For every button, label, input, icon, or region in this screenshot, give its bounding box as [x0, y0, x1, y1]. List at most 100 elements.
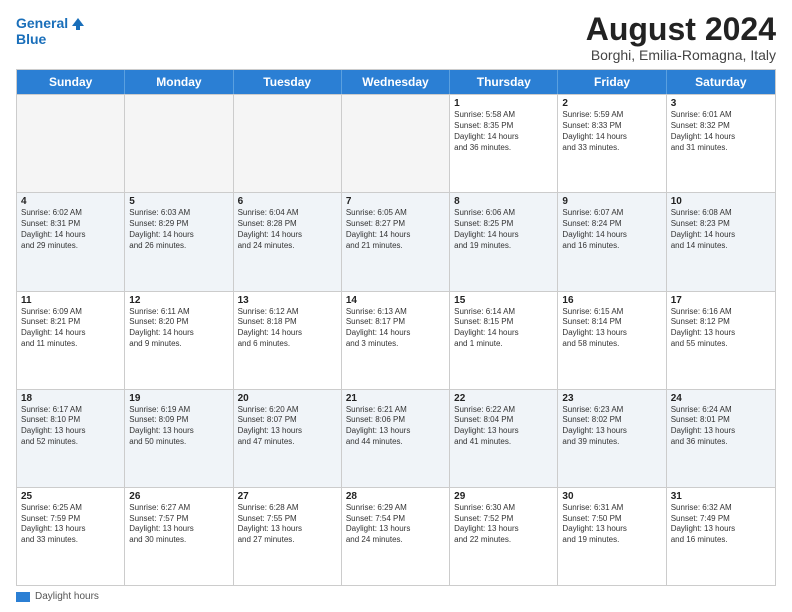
cal-cell: [125, 95, 233, 192]
day-number: 8: [454, 196, 553, 207]
cell-text: Sunrise: 6:21 AM Sunset: 8:06 PM Dayligh…: [346, 405, 445, 448]
header-day-thursday: Thursday: [450, 70, 558, 94]
main-title: August 2024: [586, 12, 776, 47]
cell-text: Sunrise: 5:58 AM Sunset: 8:35 PM Dayligh…: [454, 110, 553, 153]
cal-cell: 28Sunrise: 6:29 AM Sunset: 7:54 PM Dayli…: [342, 488, 450, 585]
cal-cell: 12Sunrise: 6:11 AM Sunset: 8:20 PM Dayli…: [125, 292, 233, 389]
cal-cell: 18Sunrise: 6:17 AM Sunset: 8:10 PM Dayli…: [17, 390, 125, 487]
header-day-monday: Monday: [125, 70, 233, 94]
cal-cell: 16Sunrise: 6:15 AM Sunset: 8:14 PM Dayli…: [558, 292, 666, 389]
day-number: 31: [671, 491, 771, 502]
cal-cell: 1Sunrise: 5:58 AM Sunset: 8:35 PM Daylig…: [450, 95, 558, 192]
cell-text: Sunrise: 6:19 AM Sunset: 8:09 PM Dayligh…: [129, 405, 228, 448]
cell-text: Sunrise: 6:03 AM Sunset: 8:29 PM Dayligh…: [129, 208, 228, 251]
calendar-header: SundayMondayTuesdayWednesdayThursdayFrid…: [17, 70, 775, 94]
day-number: 28: [346, 491, 445, 502]
cell-text: Sunrise: 6:01 AM Sunset: 8:32 PM Dayligh…: [671, 110, 771, 153]
day-number: 22: [454, 393, 553, 404]
cal-cell: 22Sunrise: 6:22 AM Sunset: 8:04 PM Dayli…: [450, 390, 558, 487]
header-day-friday: Friday: [558, 70, 666, 94]
cal-cell: 8Sunrise: 6:06 AM Sunset: 8:25 PM Daylig…: [450, 193, 558, 290]
cal-cell: [17, 95, 125, 192]
cal-week-3: 18Sunrise: 6:17 AM Sunset: 8:10 PM Dayli…: [17, 389, 775, 487]
cal-week-0: 1Sunrise: 5:58 AM Sunset: 8:35 PM Daylig…: [17, 94, 775, 192]
cal-cell: 19Sunrise: 6:19 AM Sunset: 8:09 PM Dayli…: [125, 390, 233, 487]
footer-label: Daylight hours: [35, 591, 99, 602]
day-number: 1: [454, 98, 553, 109]
day-number: 29: [454, 491, 553, 502]
cal-cell: 26Sunrise: 6:27 AM Sunset: 7:57 PM Dayli…: [125, 488, 233, 585]
logo-line1: General: [16, 16, 86, 32]
header-day-wednesday: Wednesday: [342, 70, 450, 94]
day-number: 26: [129, 491, 228, 502]
day-number: 20: [238, 393, 337, 404]
cell-text: Sunrise: 6:28 AM Sunset: 7:55 PM Dayligh…: [238, 503, 337, 546]
header-day-tuesday: Tuesday: [234, 70, 342, 94]
cal-cell: 15Sunrise: 6:14 AM Sunset: 8:15 PM Dayli…: [450, 292, 558, 389]
cell-text: Sunrise: 6:13 AM Sunset: 8:17 PM Dayligh…: [346, 307, 445, 350]
day-number: 23: [562, 393, 661, 404]
day-number: 16: [562, 295, 661, 306]
cell-text: Sunrise: 6:30 AM Sunset: 7:52 PM Dayligh…: [454, 503, 553, 546]
cal-cell: 9Sunrise: 6:07 AM Sunset: 8:24 PM Daylig…: [558, 193, 666, 290]
cell-text: Sunrise: 6:31 AM Sunset: 7:50 PM Dayligh…: [562, 503, 661, 546]
header-day-sunday: Sunday: [17, 70, 125, 94]
footer: Daylight hours: [16, 591, 776, 602]
cell-text: Sunrise: 6:06 AM Sunset: 8:25 PM Dayligh…: [454, 208, 553, 251]
day-number: 17: [671, 295, 771, 306]
cell-text: Sunrise: 6:17 AM Sunset: 8:10 PM Dayligh…: [21, 405, 120, 448]
cell-text: Sunrise: 6:23 AM Sunset: 8:02 PM Dayligh…: [562, 405, 661, 448]
day-number: 10: [671, 196, 771, 207]
cell-text: Sunrise: 6:25 AM Sunset: 7:59 PM Dayligh…: [21, 503, 120, 546]
cell-text: Sunrise: 6:22 AM Sunset: 8:04 PM Dayligh…: [454, 405, 553, 448]
cal-cell: 17Sunrise: 6:16 AM Sunset: 8:12 PM Dayli…: [667, 292, 775, 389]
cell-text: Sunrise: 6:09 AM Sunset: 8:21 PM Dayligh…: [21, 307, 120, 350]
logo: General Blue: [16, 16, 86, 48]
day-number: 3: [671, 98, 771, 109]
cal-cell: 7Sunrise: 6:05 AM Sunset: 8:27 PM Daylig…: [342, 193, 450, 290]
cal-cell: 30Sunrise: 6:31 AM Sunset: 7:50 PM Dayli…: [558, 488, 666, 585]
cal-cell: 24Sunrise: 6:24 AM Sunset: 8:01 PM Dayli…: [667, 390, 775, 487]
day-number: 15: [454, 295, 553, 306]
cell-text: Sunrise: 6:07 AM Sunset: 8:24 PM Dayligh…: [562, 208, 661, 251]
day-number: 14: [346, 295, 445, 306]
cal-cell: 20Sunrise: 6:20 AM Sunset: 8:07 PM Dayli…: [234, 390, 342, 487]
cal-cell: [234, 95, 342, 192]
day-number: 19: [129, 393, 228, 404]
day-number: 25: [21, 491, 120, 502]
cell-text: Sunrise: 6:32 AM Sunset: 7:49 PM Dayligh…: [671, 503, 771, 546]
subtitle: Borghi, Emilia-Romagna, Italy: [586, 47, 776, 63]
cal-cell: 4Sunrise: 6:02 AM Sunset: 8:31 PM Daylig…: [17, 193, 125, 290]
cal-cell: 13Sunrise: 6:12 AM Sunset: 8:18 PM Dayli…: [234, 292, 342, 389]
cal-cell: 5Sunrise: 6:03 AM Sunset: 8:29 PM Daylig…: [125, 193, 233, 290]
day-number: 21: [346, 393, 445, 404]
day-number: 13: [238, 295, 337, 306]
cell-text: Sunrise: 6:20 AM Sunset: 8:07 PM Dayligh…: [238, 405, 337, 448]
cell-text: Sunrise: 6:08 AM Sunset: 8:23 PM Dayligh…: [671, 208, 771, 251]
day-number: 7: [346, 196, 445, 207]
cal-cell: 25Sunrise: 6:25 AM Sunset: 7:59 PM Dayli…: [17, 488, 125, 585]
cal-week-4: 25Sunrise: 6:25 AM Sunset: 7:59 PM Dayli…: [17, 487, 775, 585]
day-number: 4: [21, 196, 120, 207]
day-number: 9: [562, 196, 661, 207]
day-number: 27: [238, 491, 337, 502]
cell-text: Sunrise: 6:02 AM Sunset: 8:31 PM Dayligh…: [21, 208, 120, 251]
cal-week-1: 4Sunrise: 6:02 AM Sunset: 8:31 PM Daylig…: [17, 192, 775, 290]
page: General Blue August 2024 Borghi, Emilia-…: [0, 0, 792, 612]
cell-text: Sunrise: 6:04 AM Sunset: 8:28 PM Dayligh…: [238, 208, 337, 251]
cal-cell: 6Sunrise: 6:04 AM Sunset: 8:28 PM Daylig…: [234, 193, 342, 290]
cal-cell: 14Sunrise: 6:13 AM Sunset: 8:17 PM Dayli…: [342, 292, 450, 389]
logo-line2: Blue: [16, 32, 86, 47]
calendar-body: 1Sunrise: 5:58 AM Sunset: 8:35 PM Daylig…: [17, 94, 775, 585]
cal-cell: 3Sunrise: 6:01 AM Sunset: 8:32 PM Daylig…: [667, 95, 775, 192]
cal-week-2: 11Sunrise: 6:09 AM Sunset: 8:21 PM Dayli…: [17, 291, 775, 389]
cell-text: Sunrise: 5:59 AM Sunset: 8:33 PM Dayligh…: [562, 110, 661, 153]
cell-text: Sunrise: 6:16 AM Sunset: 8:12 PM Dayligh…: [671, 307, 771, 350]
header: General Blue August 2024 Borghi, Emilia-…: [16, 12, 776, 63]
cal-cell: 10Sunrise: 6:08 AM Sunset: 8:23 PM Dayli…: [667, 193, 775, 290]
cell-text: Sunrise: 6:29 AM Sunset: 7:54 PM Dayligh…: [346, 503, 445, 546]
day-number: 30: [562, 491, 661, 502]
cell-text: Sunrise: 6:24 AM Sunset: 8:01 PM Dayligh…: [671, 405, 771, 448]
cal-cell: 23Sunrise: 6:23 AM Sunset: 8:02 PM Dayli…: [558, 390, 666, 487]
cal-cell: 31Sunrise: 6:32 AM Sunset: 7:49 PM Dayli…: [667, 488, 775, 585]
